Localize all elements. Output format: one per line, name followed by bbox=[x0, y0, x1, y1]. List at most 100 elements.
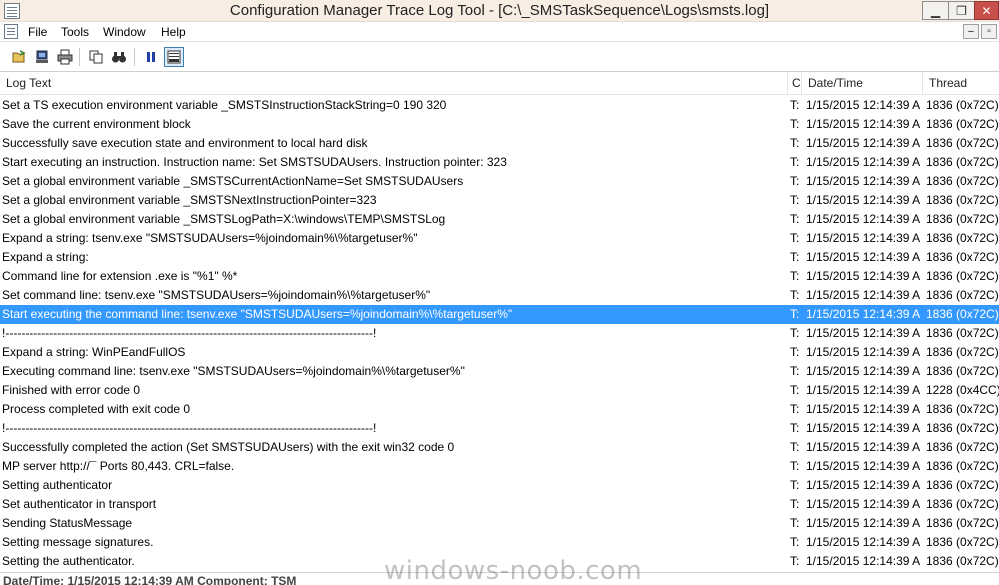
print-setup-button[interactable] bbox=[32, 47, 52, 67]
table-row[interactable]: Expand a string: tsenv.exe "SMSTSUDAUser… bbox=[0, 229, 999, 248]
thread-cell: 1836 (0x72C) bbox=[926, 288, 999, 302]
component-cell: T: bbox=[790, 212, 799, 226]
menu-help[interactable]: Help bbox=[161, 25, 186, 39]
component-cell: T: bbox=[790, 459, 799, 473]
menu-window[interactable]: Window bbox=[103, 25, 146, 39]
thread-cell: 1836 (0x72C) bbox=[926, 364, 999, 378]
log-text-cell: Start executing an instruction. Instruct… bbox=[2, 155, 507, 169]
pause-button[interactable] bbox=[141, 47, 161, 67]
table-row[interactable]: Executing command line: tsenv.exe "SMSTS… bbox=[0, 362, 999, 381]
table-row[interactable]: Successfully completed the action (Set S… bbox=[0, 438, 999, 457]
column-component[interactable]: C bbox=[788, 72, 802, 95]
table-row[interactable]: Process completed with exit code 0 T: 1/15… bbox=[0, 400, 999, 419]
date-time-cell: 1/15/2015 12:14:39 AM bbox=[806, 136, 920, 150]
log-text-cell: Setting authenticator bbox=[2, 478, 113, 492]
table-row[interactable]: Command line for extension .exe is "%1" … bbox=[0, 267, 999, 286]
date-time-cell: 1/15/2015 12:14:39 AM bbox=[806, 193, 920, 207]
thread-cell: 1836 (0x72C) bbox=[926, 459, 999, 473]
log-text-cell: Set a TS execution environment variable … bbox=[2, 98, 447, 112]
component-cell: T: bbox=[790, 193, 799, 207]
open-button[interactable] bbox=[9, 47, 29, 67]
find-icon bbox=[112, 52, 126, 63]
table-row[interactable]: Setting message signatures. T: 1/15/2015 1… bbox=[0, 533, 999, 552]
pause-icon bbox=[147, 52, 155, 62]
column-log-text[interactable]: Log Text bbox=[0, 72, 788, 95]
thread-cell: 1836 (0x72C) bbox=[926, 440, 999, 454]
column-thread[interactable]: Thread bbox=[923, 72, 999, 95]
thread-cell: 1836 (0x72C) bbox=[926, 326, 999, 340]
table-row[interactable]: Save the current environment block T: 1/15… bbox=[0, 115, 999, 134]
thread-cell: 1836 (0x72C) bbox=[926, 421, 999, 435]
mdi-restore-button[interactable]: ▫ bbox=[981, 24, 997, 39]
table-row[interactable]: Set authenticator in transport T: 1/15/201… bbox=[0, 495, 999, 514]
log-text-cell: Setting message signatures. bbox=[2, 535, 154, 549]
table-row[interactable]: Set a TS execution environment variable … bbox=[0, 96, 999, 115]
table-row[interactable]: !---------------------------------------… bbox=[0, 324, 999, 343]
thread-cell: 1836 (0x72C) bbox=[926, 307, 999, 321]
date-time-cell: 1/15/2015 12:14:39 AM bbox=[806, 345, 920, 359]
minimize-button[interactable]: ▁ bbox=[922, 1, 949, 20]
table-row[interactable]: Sending StatusMessage T: 1/15/2015 12:14:3… bbox=[0, 514, 999, 533]
log-text-cell: Finished with error code 0 bbox=[2, 383, 141, 397]
date-time-cell: 1/15/2015 12:14:39 AM bbox=[806, 117, 920, 131]
date-time-cell: 1/15/2015 12:14:39 AM bbox=[806, 212, 920, 226]
table-row[interactable]: Set command line: tsenv.exe "SMSTSUDAUse… bbox=[0, 286, 999, 305]
component-cell: T: bbox=[790, 554, 799, 568]
column-header: Log Text C Date/Time Thread bbox=[0, 72, 999, 95]
table-row[interactable]: Set a global environment variable _SMSTS… bbox=[0, 191, 999, 210]
date-time-cell: 1/15/2015 12:14:39 AM bbox=[806, 459, 920, 473]
component-cell: T: bbox=[790, 98, 799, 112]
thread-cell: 1836 (0x72C) bbox=[926, 193, 999, 207]
thread-cell: 1836 (0x72C) bbox=[926, 155, 999, 169]
column-date-time[interactable]: Date/Time bbox=[802, 72, 923, 95]
log-text-cell: Start executing the command line: tsenv.… bbox=[2, 307, 513, 321]
thread-cell: 1836 (0x72C) bbox=[926, 478, 999, 492]
show-details-button[interactable] bbox=[164, 47, 184, 67]
copy-button[interactable] bbox=[86, 47, 106, 67]
date-time-cell: 1/15/2015 12:14:39 AM bbox=[806, 421, 920, 435]
table-row[interactable]: Expand a string: T: 1/15/2015 12:14:39 AM 1… bbox=[0, 248, 999, 267]
date-time-cell: 1/15/2015 12:14:39 AM bbox=[806, 440, 920, 454]
maximize-button[interactable]: ❐ bbox=[948, 1, 975, 20]
date-time-cell: 1/15/2015 12:14:39 AM bbox=[806, 383, 920, 397]
title-bar: Configuration Manager Trace Log Tool - [… bbox=[0, 0, 999, 22]
component-cell: T: bbox=[790, 402, 799, 416]
table-row[interactable]: Set a global environment variable _SMSTS… bbox=[0, 210, 999, 229]
find-button[interactable] bbox=[109, 47, 129, 67]
date-time-cell: 1/15/2015 12:14:39 AM bbox=[806, 174, 920, 188]
print-button[interactable] bbox=[55, 47, 75, 67]
component-cell: T: bbox=[790, 516, 799, 530]
table-row[interactable]: Successfully save execution state and en… bbox=[0, 134, 999, 153]
date-time-cell: 1/15/2015 12:14:39 AM bbox=[806, 516, 920, 530]
table-row[interactable]: Start executing an instruction. Instruct… bbox=[0, 153, 999, 172]
table-row[interactable]: !---------------------------------------… bbox=[0, 419, 999, 438]
table-row[interactable]: MP server http://¯ Ports 80,443. CRL=fal… bbox=[0, 457, 999, 476]
table-row-selected[interactable]: Start executing the command line: tsenv.… bbox=[0, 305, 999, 324]
thread-cell: 1228 (0x4CC) bbox=[926, 383, 999, 397]
table-row[interactable]: Expand a string: WinPEandFullOS T: 1/15/20… bbox=[0, 343, 999, 362]
table-row[interactable]: Finished with error code 0 T: 1/15/2015 12… bbox=[0, 381, 999, 400]
log-text-cell: Command line for extension .exe is "%1" … bbox=[2, 269, 238, 283]
document-icon[interactable] bbox=[4, 24, 18, 39]
date-time-cell: 1/15/2015 12:14:39 AM bbox=[806, 402, 920, 416]
table-row[interactable]: Setting authenticator T: 1/15/2015 12:14:3… bbox=[0, 476, 999, 495]
table-row[interactable]: Set a global environment variable _SMSTS… bbox=[0, 172, 999, 191]
menu-file[interactable]: File bbox=[28, 25, 47, 39]
component-cell: T: bbox=[790, 269, 799, 283]
log-list[interactable]: Set a TS execution environment variable … bbox=[0, 96, 999, 571]
log-text-cell: Sending StatusMessage bbox=[2, 516, 133, 530]
thread-cell: 1836 (0x72C) bbox=[926, 250, 999, 264]
log-text-cell: Expand a string: bbox=[2, 250, 89, 264]
thread-cell: 1836 (0x72C) bbox=[926, 117, 999, 131]
menu-tools[interactable]: Tools bbox=[61, 25, 89, 39]
date-time-cell: 1/15/2015 12:14:39 AM bbox=[806, 307, 920, 321]
component-cell: T: bbox=[790, 288, 799, 302]
print-setup-icon bbox=[36, 50, 48, 63]
thread-cell: 1836 (0x72C) bbox=[926, 269, 999, 283]
date-time-cell: 1/15/2015 12:14:39 AM bbox=[806, 497, 920, 511]
mdi-minimize-button[interactable]: – bbox=[963, 24, 979, 39]
log-text-cell: Process completed with exit code 0 bbox=[2, 402, 191, 416]
details-text: Date/Time: 1/15/2015 12:14:39 AM Compone… bbox=[3, 574, 297, 585]
log-text-cell: Set a global environment variable _SMSTS… bbox=[2, 174, 464, 188]
close-button[interactable]: ✕ bbox=[974, 1, 999, 20]
